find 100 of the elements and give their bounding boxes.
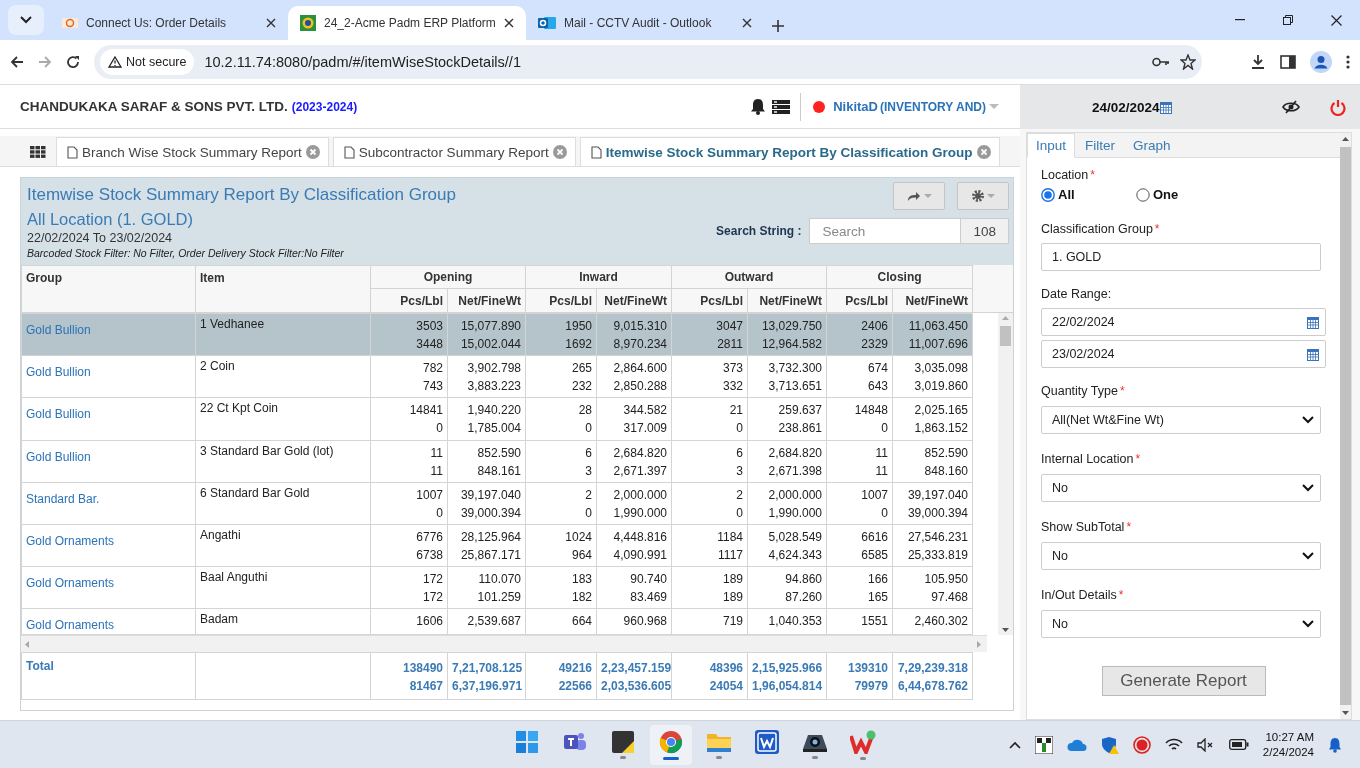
reload-icon[interactable] — [66, 55, 80, 69]
group-link[interactable]: Gold Ornaments — [26, 576, 115, 591]
calendar-icon[interactable] — [1159, 100, 1172, 114]
calendar-icon[interactable] — [1307, 315, 1319, 329]
checkered-flag-icon[interactable] — [1034, 735, 1053, 754]
scroll-down-icon[interactable] — [1342, 711, 1349, 715]
cell-value: 11 — [429, 462, 443, 480]
item-name: Baal Anguthi — [200, 570, 268, 585]
table-row[interactable]: Standard Bar. 6 Standard Bar Gold 1007 0 39,197.040 39,000.394 2 0 2,000.000 1,990.000 2 0 2,000.000 1,990.000 1007 0 39,197.040 39,000.394 — [21, 482, 973, 525]
column-group-header: Opening — [423, 270, 473, 284]
date-field[interactable]: 22/02/2024 — [1041, 308, 1326, 336]
group-link[interactable]: Gold Ornaments — [26, 533, 115, 548]
vertical-scrollbar[interactable] — [998, 313, 1013, 635]
column-group-header: Outward — [724, 270, 774, 284]
close-icon[interactable] — [742, 18, 752, 28]
cell-value: 1606 — [415, 613, 443, 631]
search-field[interactable]: Search — [809, 218, 962, 244]
cell-value: 189 — [721, 589, 743, 607]
server-list-icon[interactable] — [772, 99, 791, 114]
scroll-down-icon[interactable] — [1002, 628, 1009, 632]
download-icon[interactable] — [1250, 54, 1266, 70]
hide-eye-icon[interactable] — [1282, 100, 1300, 114]
group-link[interactable]: Gold Bullion — [26, 407, 91, 422]
cell-value: 2,684.820 — [612, 444, 667, 462]
table-row[interactable]: Gold Bullion 2 Coin 782 743 3,902.798 3,883.223 265 232 2,864.600 2,850.288 373 332 3,732.300 3,713.651 674 643 3,035.098 3,019.860 — [21, 355, 973, 398]
cell-value: 2,025.165 — [913, 402, 968, 420]
power-icon[interactable] — [1330, 98, 1346, 116]
panel-tab[interactable]: Graph — [1125, 133, 1179, 157]
group-link[interactable]: Gold Bullion — [26, 365, 91, 380]
dropdown[interactable]: No — [1041, 610, 1321, 638]
cell-value: 94.860 — [784, 571, 822, 589]
cell-value: 28 — [577, 402, 592, 420]
table-row[interactable]: Gold Ornaments Badam 1606 2,539.687 664 960.968 719 1,040.353 1551 2,460.302 — [21, 608, 973, 635]
dropdown[interactable]: No — [1041, 474, 1321, 502]
speaker-muted-icon[interactable] — [1196, 737, 1215, 752]
calendar-icon[interactable] — [1307, 347, 1319, 361]
menu-icon[interactable] — [1346, 55, 1350, 69]
required-mark: * — [1135, 452, 1141, 466]
cloud-icon[interactable] — [1066, 738, 1087, 751]
radio-option[interactable]: All — [1041, 187, 1136, 202]
user-menu[interactable]: NikitaD(INVENTORY AND) — [833, 99, 1000, 114]
cell-value: 848.160 — [923, 462, 968, 480]
column-header: Pcs/Lbl — [400, 293, 443, 308]
current-date: 24/02/2024 — [1092, 99, 1160, 115]
group-link[interactable]: Standard Bar. — [26, 491, 100, 506]
close-icon[interactable] — [266, 18, 276, 28]
close-icon[interactable] — [504, 18, 514, 28]
restore-icon[interactable] — [1283, 15, 1293, 25]
radio-option[interactable]: One — [1136, 187, 1231, 202]
site-info-button[interactable]: Not secure — [100, 49, 195, 75]
cell-value: 2,671.397 — [612, 462, 667, 480]
panel-tab[interactable]: Filter — [1077, 133, 1124, 157]
close-icon[interactable] — [1330, 14, 1342, 26]
generate-report-button[interactable]: Generate Report — [1101, 666, 1266, 696]
report-tab[interactable]: Itemwise Stock Summary Report By Classification Group — [579, 137, 1000, 166]
record-icon[interactable] — [1132, 735, 1151, 754]
browser-tab[interactable]: Connect Us: Order Details — [50, 6, 288, 40]
document-icon — [590, 145, 602, 159]
table-row[interactable]: Gold Bullion 1 Vedhanee 3503 3448 15,077.890 15,002.044 1950 1692 9,015.310 8,970.234 3047 2811 13,029.750 12,964.582 2406 2329 11,063.450 11,007.696 — [21, 313, 973, 356]
shield-warning-icon[interactable] — [1100, 735, 1119, 754]
new-tab-icon[interactable] — [772, 20, 784, 32]
key-icon[interactable] — [1152, 57, 1170, 67]
wifi-icon[interactable] — [1164, 737, 1183, 752]
status-dot — [813, 100, 826, 113]
settings-button[interactable] — [957, 182, 1009, 210]
cell-value: 0 — [880, 504, 888, 522]
report-tab[interactable]: Branch Wise Stock Summary Report — [56, 137, 329, 166]
chevron-down-icon — [20, 16, 32, 24]
report-tab[interactable]: Subcontractor Summary Report — [332, 137, 576, 166]
chevron-up-icon[interactable] — [1008, 740, 1021, 749]
table-row[interactable]: Gold Ornaments Baal Anguthi 172 172 110.070 101.259 183 182 90.740 83.469 189 189 94.860 87.260 166 165 105.950 97.468 — [21, 566, 973, 609]
dropdown[interactable]: All(Net Wt&Fine Wt) — [1041, 406, 1321, 434]
back-icon[interactable] — [10, 55, 24, 69]
table-row[interactable]: Gold Bullion 22 Ct Kpt Coin 14841 0 1,940.220 1,785.004 28 0 344.582 317.009 21 0 259.637 238.861 14848 0 2,025.165 1,863.152 — [21, 397, 973, 440]
dropdown[interactable]: No — [1041, 542, 1321, 570]
minimize-icon[interactable] — [1235, 19, 1245, 21]
date-field[interactable]: 23/02/2024 — [1041, 340, 1326, 368]
address-field[interactable]: 10.2.11.74:8080/padm/#/itemWiseStockDetails//1 — [204, 54, 1142, 70]
dropdown-caret-icon — [1302, 416, 1314, 424]
side-panel-icon[interactable] — [1280, 55, 1296, 69]
text-field[interactable]: 1. GOLD — [1041, 243, 1321, 271]
tab-search-button[interactable] — [8, 5, 44, 35]
bookmark-star-icon[interactable] — [1180, 54, 1196, 70]
panel-tab[interactable]: Input — [1027, 133, 1076, 158]
cell-value: 2406 — [860, 318, 888, 335]
group-link[interactable]: Gold Bullion — [26, 449, 91, 464]
browser-tab[interactable]: Mail - CCTV Audit - Outlook — [526, 6, 764, 40]
battery-icon[interactable] — [1228, 739, 1249, 750]
clock[interactable]: 10:27 AM 2/24/2024 — [1262, 729, 1314, 760]
item-name: 1 Vedhanee — [200, 317, 265, 331]
table-row[interactable]: Gold Bullion 3 Standard Bar Gold (lot) 11 11 852.590 848.161 6 3 2,684.820 2,671.397 6 3 2,684.820 2,671.398 11 11 852.590 848.160 — [21, 440, 973, 483]
cell-value: 643 — [866, 378, 888, 396]
profile-icon[interactable] — [1310, 51, 1332, 73]
share-button[interactable] — [893, 182, 945, 210]
cell-value: 2811 — [716, 336, 743, 353]
table-row[interactable]: Gold Ornaments Angathi 6776 6738 28,125.964 25,867.171 1024 964 4,448.816 4,090.991 1184 1117 5,028.549 4,624.343 6616 6585 27,546.231 25,333.819 — [21, 524, 973, 567]
browser-tab[interactable]: 24_2-Acme Padm ERP Platform — [288, 6, 526, 40]
scroll-up-icon[interactable] — [1342, 137, 1349, 141]
notification-bell-icon[interactable] — [750, 98, 767, 115]
scroll-thumb[interactable] — [1000, 326, 1011, 346]
